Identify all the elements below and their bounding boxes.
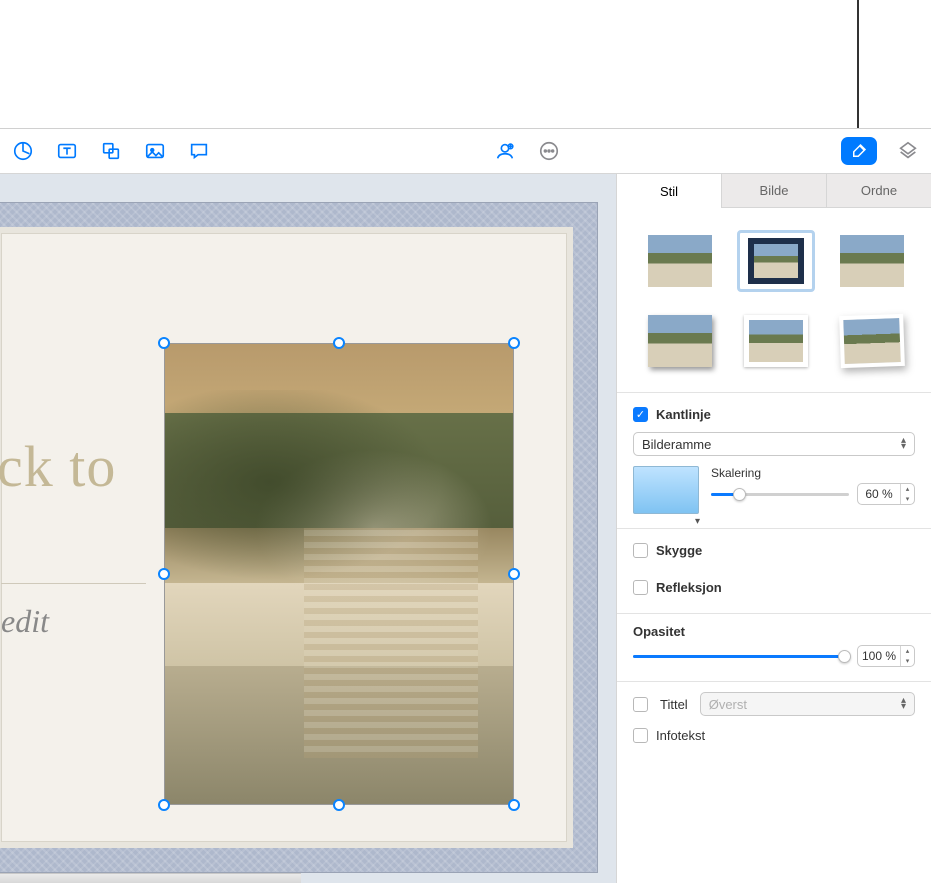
inspector-body: ✓ Kantlinje Bilderamme ▴▾ Skalering xyxy=(617,208,931,883)
opacity-input[interactable]: 100 % ▴▾ xyxy=(857,645,915,667)
scale-label: Skalering xyxy=(711,466,915,480)
resize-handle-tl[interactable] xyxy=(158,337,170,349)
toolbar xyxy=(0,129,931,174)
inspector-tabs: Stil Bilde Ordne xyxy=(617,174,931,208)
border-section: ✓ Kantlinje Bilderamme ▴▾ Skalering xyxy=(617,392,931,528)
opacity-section: Opasitet 100 % ▴▾ xyxy=(617,613,931,681)
slide[interactable]: ck to edit xyxy=(0,202,598,873)
scale-value: 60 % xyxy=(865,487,892,501)
status-bar xyxy=(0,873,301,883)
shadow-label: Skygge xyxy=(656,543,702,558)
format-icon[interactable] xyxy=(841,137,877,165)
style-presets xyxy=(617,208,931,392)
content-row: ck to edit xyxy=(0,174,931,883)
chevron-updown-icon: ▴▾ xyxy=(901,438,906,450)
style-preset-2[interactable] xyxy=(737,230,815,292)
canvas-area[interactable]: ck to edit xyxy=(0,174,616,883)
resize-handle-mr[interactable] xyxy=(508,568,520,580)
frame-preview[interactable] xyxy=(633,466,699,514)
resize-handle-br[interactable] xyxy=(508,799,520,811)
tab-stil[interactable]: Stil xyxy=(617,174,722,208)
inspector-panel: Stil Bilde Ordne ✓ Kantlinje xyxy=(616,174,931,883)
pie-chart-icon[interactable] xyxy=(10,138,36,164)
title-label: Tittel xyxy=(660,697,688,712)
caption-checkbox[interactable] xyxy=(633,728,648,743)
style-preset-6[interactable] xyxy=(833,310,911,372)
border-type-value: Bilderamme xyxy=(642,437,711,452)
title-position-select[interactable]: Øverst ▴▾ xyxy=(700,692,915,716)
chevron-updown-icon: ▴▾ xyxy=(901,698,906,710)
shadow-checkbox[interactable] xyxy=(633,543,648,558)
slide-subtitle[interactable]: edit xyxy=(1,603,49,640)
title-caption-section: Tittel Øverst ▴▾ Infotekst xyxy=(617,681,931,761)
resize-handle-bc[interactable] xyxy=(333,799,345,811)
resize-handle-ml[interactable] xyxy=(158,568,170,580)
resize-handle-bl[interactable] xyxy=(158,799,170,811)
reflection-checkbox[interactable] xyxy=(633,580,648,595)
title-checkbox[interactable] xyxy=(633,697,648,712)
border-label: Kantlinje xyxy=(656,407,711,422)
border-checkbox[interactable]: ✓ xyxy=(633,407,648,422)
slide-inner: ck to edit xyxy=(0,227,573,848)
border-type-select[interactable]: Bilderamme ▴▾ xyxy=(633,432,915,456)
style-preset-1[interactable] xyxy=(641,230,719,292)
style-preset-5[interactable] xyxy=(737,310,815,372)
reflection-label: Refleksjon xyxy=(656,580,722,595)
slide-divider xyxy=(1,583,146,584)
collab-icon[interactable] xyxy=(492,138,518,164)
callout-line xyxy=(857,0,859,128)
image-icon[interactable] xyxy=(142,138,168,164)
scale-slider[interactable] xyxy=(711,493,849,496)
animate-icon[interactable] xyxy=(895,138,921,164)
resize-handle-tc[interactable] xyxy=(333,337,345,349)
style-preset-4[interactable] xyxy=(641,310,719,372)
style-preset-3[interactable] xyxy=(833,230,911,292)
opacity-slider[interactable] xyxy=(633,655,845,658)
caption-label: Infotekst xyxy=(656,728,705,743)
title-position-value: Øverst xyxy=(709,697,747,712)
tab-ordne[interactable]: Ordne xyxy=(827,174,931,208)
more-icon[interactable] xyxy=(536,138,562,164)
opacity-label: Opasitet xyxy=(633,624,915,639)
shape-icon[interactable] xyxy=(98,138,124,164)
image-content[interactable] xyxy=(164,343,514,805)
opacity-value: 100 % xyxy=(862,649,896,663)
tab-bilde[interactable]: Bilde xyxy=(722,174,827,208)
shadow-section: Skygge xyxy=(617,528,931,576)
scale-stepper[interactable]: ▴▾ xyxy=(900,484,914,504)
selected-image[interactable] xyxy=(164,343,514,805)
reflection-section: Refleksjon xyxy=(617,576,931,613)
app-window: ck to edit xyxy=(0,128,931,883)
comment-icon[interactable] xyxy=(186,138,212,164)
slide-title[interactable]: ck to xyxy=(0,433,116,500)
resize-handle-tr[interactable] xyxy=(508,337,520,349)
text-box-icon[interactable] xyxy=(54,138,80,164)
scale-input[interactable]: 60 % ▴▾ xyxy=(857,483,915,505)
opacity-stepper[interactable]: ▴▾ xyxy=(900,646,914,666)
